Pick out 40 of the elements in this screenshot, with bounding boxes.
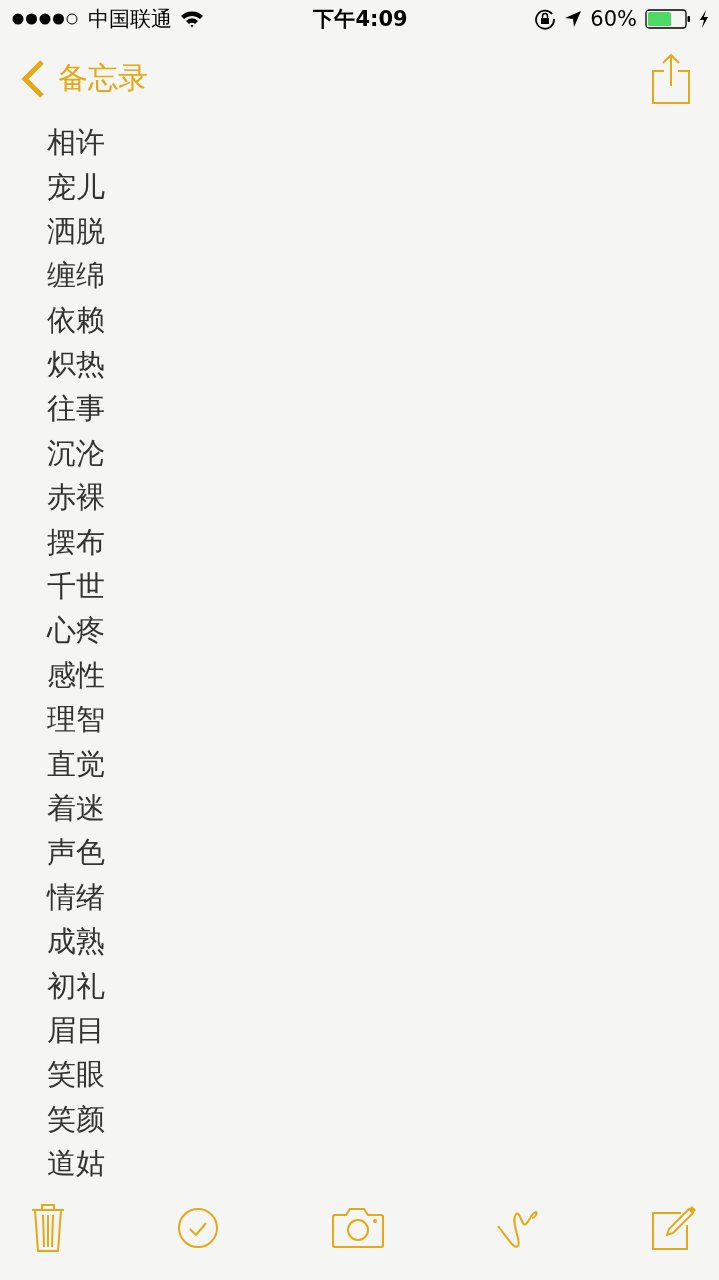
compose-icon[interactable] [651, 1204, 697, 1251]
note-line: 情绪 [47, 878, 106, 916]
note-line: 着迷 [47, 790, 106, 827]
carrier-name: 中国联通 [88, 5, 172, 33]
note-line: 缠绵 [47, 257, 106, 295]
note-line: 往事 [47, 390, 106, 428]
note-line: 笑颜 [47, 1100, 106, 1138]
note-line: 理智 [47, 701, 106, 739]
note-line: 感性 [47, 656, 106, 694]
note-line: 心疼 [47, 612, 106, 650]
charging-bolt-icon [699, 9, 709, 28]
note-line: 赤裸 [47, 479, 106, 517]
note-line: 千世 [47, 568, 106, 606]
note-line: 沉沦 [47, 434, 106, 472]
location-arrow-icon [564, 9, 583, 28]
note-line: 摆布 [47, 523, 106, 561]
trash-icon[interactable] [30, 1202, 66, 1253]
signal-icon [12, 12, 80, 25]
clock-time: 下午4:09 [313, 5, 408, 33]
back-button[interactable]: 备忘录 [20, 58, 148, 100]
camera-icon[interactable] [330, 1206, 385, 1249]
back-chevron-icon [20, 58, 46, 99]
checkmark-circle-icon[interactable] [177, 1206, 220, 1249]
wifi-icon [180, 9, 204, 28]
note-line: 洒脱 [47, 212, 106, 250]
note-line: 直觉 [47, 745, 106, 783]
note-line: 依赖 [47, 301, 106, 339]
note-line: 宠儿 [47, 168, 106, 206]
note-line: 相许 [47, 124, 106, 162]
note-line: 笑眼 [47, 1056, 106, 1094]
note-line: 声色 [47, 834, 106, 872]
note-line: 成熟 [47, 923, 106, 961]
note-line: 道姑 [47, 1145, 106, 1183]
note-line: 眉目 [47, 1011, 106, 1049]
battery-icon [645, 8, 691, 29]
share-icon[interactable] [651, 52, 691, 105]
battery-percentage: 60% [590, 6, 637, 31]
note-line: 炽热 [47, 346, 106, 384]
rotation-lock-icon [534, 7, 557, 30]
note-line: 初礼 [47, 967, 106, 1005]
